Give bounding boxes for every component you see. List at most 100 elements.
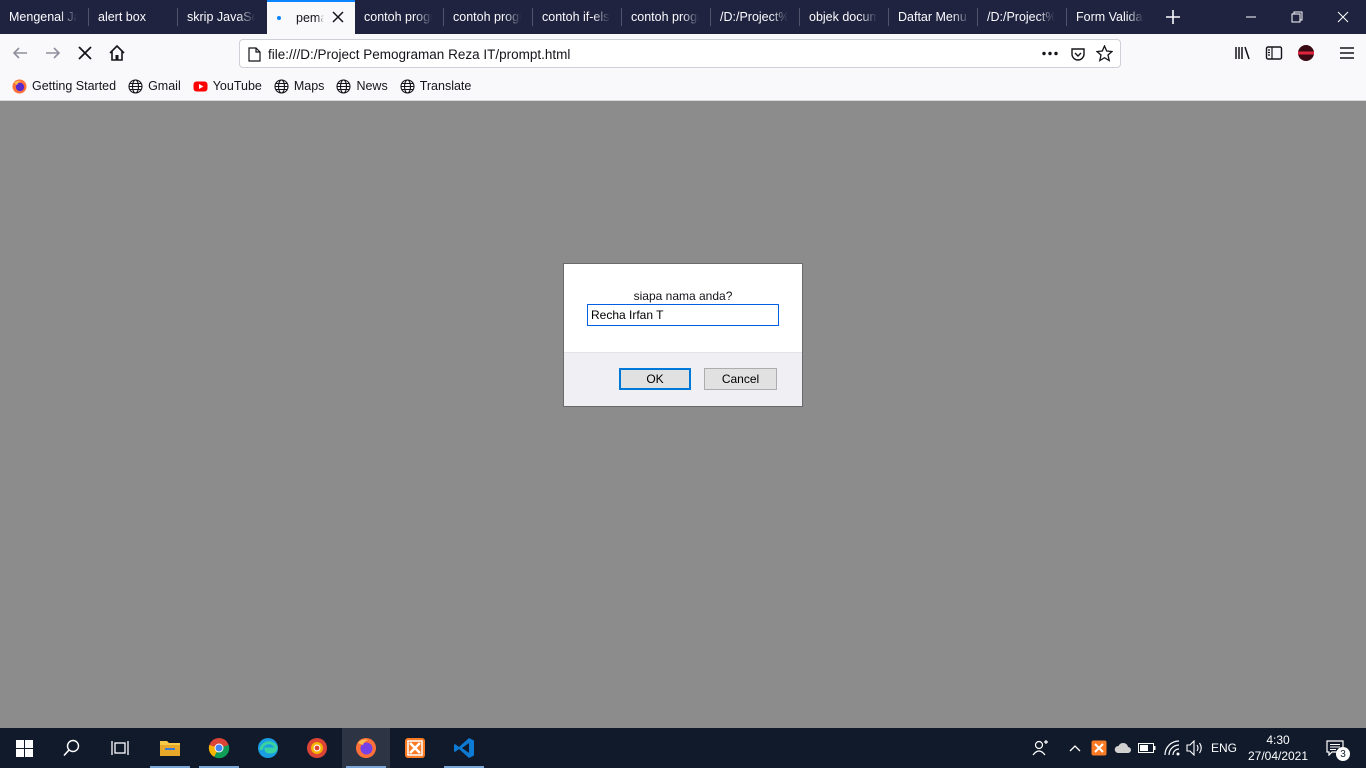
tab-11[interactable]: /D:/Project%20Pemograman <box>978 0 1067 34</box>
cloud-sync-button[interactable] <box>1112 728 1134 768</box>
url-text[interactable]: file:///D:/Project Pemograman Reza IT/pr… <box>268 47 570 62</box>
pocket-icon[interactable] <box>1070 46 1086 62</box>
tab-title: alert box <box>98 10 146 24</box>
bookmark-maps[interactable]: Maps <box>274 78 325 94</box>
sidebar-button[interactable] <box>1259 38 1289 68</box>
show-hidden-icons-button[interactable] <box>1064 728 1086 768</box>
chrome-icon <box>208 738 230 759</box>
start-button[interactable] <box>0 728 48 768</box>
prompt-input[interactable] <box>587 304 779 326</box>
sidebar-icon <box>1265 46 1283 60</box>
tab-title: /D:/Project%20Pemograman <box>720 10 788 24</box>
tab-8[interactable]: /D:/Project%20Pemograman <box>711 0 800 34</box>
tab-strip: Mengenal JavaScript alert box skrip Java… <box>0 0 1366 34</box>
firefox-icon <box>356 738 376 758</box>
tab-12[interactable]: Form Validasi <box>1067 0 1156 34</box>
cloud-icon <box>1114 742 1131 753</box>
tab-title: Form Validasi <box>1076 10 1144 24</box>
tab-6[interactable]: contoh if-else <box>533 0 622 34</box>
people-button[interactable] <box>1028 728 1052 768</box>
bookmark-label: Maps <box>293 79 325 93</box>
close-window-button[interactable] <box>1320 0 1366 34</box>
ok-button[interactable]: OK <box>619 368 691 390</box>
library-icon <box>1235 46 1250 60</box>
battery-button[interactable] <box>1136 728 1158 768</box>
tab-10[interactable]: Daftar Menu <box>889 0 978 34</box>
loading-dot-icon <box>277 16 281 20</box>
library-button[interactable] <box>1228 38 1258 68</box>
tab-title: Daftar Menu <box>898 10 967 24</box>
bookmark-news[interactable]: News <box>336 78 388 94</box>
tab-0[interactable]: Mengenal JavaScript <box>0 0 89 34</box>
tab-7[interactable]: contoh program <box>622 0 711 34</box>
address-bar[interactable]: file:///D:/Project Pemograman Reza IT/pr… <box>239 39 1121 68</box>
clock[interactable]: 4:30 27/04/2021 <box>1243 732 1313 764</box>
start-icon <box>15 739 33 757</box>
menu-button[interactable] <box>1332 38 1362 68</box>
firefox-icon <box>12 79 27 94</box>
volume-button[interactable] <box>1184 728 1206 768</box>
file-explorer-taskbar[interactable] <box>146 728 194 768</box>
bookmark-star-icon[interactable] <box>1096 45 1113 62</box>
firefox-taskbar[interactable] <box>342 728 390 768</box>
globe-icon <box>128 78 143 94</box>
youtube-icon <box>193 79 208 94</box>
chrome-taskbar[interactable] <box>195 728 243 768</box>
xampp-icon <box>405 738 425 758</box>
bookmark-label: Translate <box>419 79 472 93</box>
minimize-icon <box>1246 16 1256 18</box>
minimize-button[interactable] <box>1228 0 1274 34</box>
bookmarks-toolbar: Getting Started Gmail YouTube Maps News … <box>0 72 1366 101</box>
task-view-button[interactable] <box>96 728 144 768</box>
tab-3-active[interactable]: pemanggilan prompt <box>267 0 355 34</box>
tab-title: objek document <box>809 10 877 24</box>
tab-4[interactable]: contoh program <box>355 0 444 34</box>
page-content-overlay <box>0 102 1366 728</box>
home-button[interactable] <box>102 38 132 68</box>
bookmark-label: Gmail <box>148 79 181 93</box>
back-arrow-icon <box>12 47 27 59</box>
bookmark-translate[interactable]: Translate <box>400 78 472 94</box>
forward-button[interactable] <box>38 38 68 68</box>
chevron-up-icon <box>1069 745 1081 752</box>
bookmark-gmail[interactable]: Gmail <box>128 78 181 94</box>
forward-arrow-icon <box>46 47 61 59</box>
account-button[interactable] <box>1291 38 1321 68</box>
restore-icon <box>1291 11 1303 23</box>
tab-9[interactable]: objek document <box>800 0 889 34</box>
bookmark-getting-started[interactable]: Getting Started <box>12 79 116 94</box>
file-explorer-icon <box>160 741 180 756</box>
tab-1[interactable]: alert box <box>89 0 178 34</box>
page-icon <box>248 47 261 62</box>
action-center-button[interactable]: 3 <box>1318 728 1352 768</box>
page-actions-icon[interactable] <box>1042 51 1058 56</box>
input-language[interactable]: ENG <box>1208 728 1240 768</box>
search-button[interactable] <box>48 728 96 768</box>
restore-button[interactable] <box>1274 0 1320 34</box>
new-tab-button[interactable] <box>1156 0 1190 34</box>
close-tab-icon[interactable] <box>331 10 345 24</box>
taskbar: ENG 4:30 27/04/2021 3 <box>0 728 1366 768</box>
tray-app-button[interactable] <box>1089 728 1109 768</box>
edge-taskbar[interactable] <box>244 728 292 768</box>
xampp-taskbar[interactable] <box>391 728 439 768</box>
close-icon <box>1337 11 1349 23</box>
vscode-taskbar[interactable] <box>440 728 488 768</box>
xampp-tray-icon <box>1091 740 1107 756</box>
chrome-alt-taskbar[interactable] <box>293 728 341 768</box>
network-button[interactable] <box>1160 728 1184 768</box>
clock-time: 4:30 <box>1266 733 1290 747</box>
tab-5[interactable]: contoh program <box>444 0 533 34</box>
navigation-toolbar: file:///D:/Project Pemograman Reza IT/pr… <box>0 34 1366 72</box>
tab-title: contoh program <box>453 10 521 24</box>
people-icon <box>1032 740 1048 756</box>
bookmark-youtube[interactable]: YouTube <box>193 79 262 94</box>
back-button[interactable] <box>5 38 35 68</box>
dialog-footer: OK Cancel <box>564 352 802 406</box>
cancel-button[interactable]: Cancel <box>704 368 777 390</box>
stop-button[interactable] <box>70 38 100 68</box>
globe-icon <box>400 78 415 94</box>
tab-2[interactable]: skrip JavaScript <box>178 0 267 34</box>
tab-title: skrip JavaScript <box>187 10 255 24</box>
tab-title: contoh program <box>364 10 432 24</box>
